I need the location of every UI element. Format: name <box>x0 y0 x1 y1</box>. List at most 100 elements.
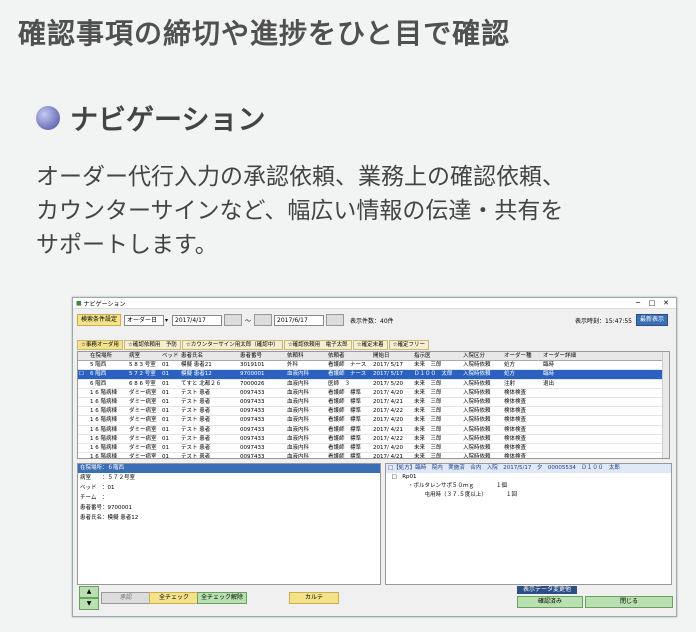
column-header[interactable]: 依頼者 <box>327 352 372 360</box>
table-cell: 血液内科 <box>287 371 310 378</box>
row-checkbox[interactable] <box>78 444 89 452</box>
column-header[interactable]: 依頼科 <box>286 352 327 360</box>
chevron-down-icon[interactable]: ▾ <box>165 317 168 324</box>
table-cell: 01 <box>162 398 169 405</box>
table-cell: 検体検査 <box>504 389 527 396</box>
table-cell: 0097433 <box>240 435 265 442</box>
row-checkbox[interactable] <box>78 416 89 424</box>
table-row[interactable]: 5 階西 5 8 3 号室 01 模擬 患者21 3019101 外科 看護師 ナース 201… <box>78 361 669 371</box>
table-cell: 未来 三郎 <box>414 408 442 415</box>
table-row[interactable]: 1 6 階病棟 ダミー病室 01 テスト 患者 0097433 血液内科 看護師 標準 201… <box>78 435 669 444</box>
row-checkbox[interactable] <box>78 407 89 415</box>
row-checkbox[interactable]: ☐ <box>78 370 89 378</box>
from-date-field[interactable]: 2017/4/17 <box>172 314 223 326</box>
table-row[interactable]: 1 6 階病棟 ダミー病室 01 テスト 患者 0097433 血液内科 看護師 標準 201… <box>78 398 669 408</box>
table-cell: Ｄ１００ 太郎 <box>414 371 453 378</box>
row-checkbox[interactable] <box>78 389 89 397</box>
display-change-label: 表示データ変更他 <box>517 586 577 594</box>
check-all-button[interactable]: 全チェック <box>149 592 199 604</box>
column-header[interactable]: 入院区分 <box>462 352 503 360</box>
tab-countersign[interactable]: ☆カウンターサイン用太郎（確認中） <box>181 340 283 350</box>
to-date-field[interactable]: 2017/6/17 <box>274 314 325 326</box>
table-cell: 2017/ 4/21 <box>373 426 403 433</box>
column-header[interactable] <box>78 352 89 360</box>
range-separator: ～ <box>245 317 252 325</box>
vertical-scrollbar[interactable] <box>662 352 669 458</box>
table-cell: 0097433 <box>240 426 265 433</box>
calendar-button[interactable] <box>326 314 345 326</box>
column-header[interactable]: 指示医 <box>413 352 462 360</box>
row-checkbox[interactable] <box>78 435 89 443</box>
scroll-down-button[interactable]: ▼ <box>79 598 99 610</box>
refresh-button[interactable]: 最新表示 <box>635 314 668 326</box>
table-cell: 1 6 階病棟 <box>90 454 117 459</box>
table-cell: 血液内科 <box>287 408 310 415</box>
column-header[interactable]: ベッド <box>161 352 180 360</box>
table-row[interactable]: 6 階西 6 8 6 号室 01 てすと 北都２６ 7000026 血液内科 医師 ３ 201… <box>78 380 669 389</box>
description-line: カウンターサインなど、幅広い情報の伝達・共有を <box>36 198 564 224</box>
patient-name: 患者氏名：模擬 患者12 <box>80 515 139 521</box>
patient-info-pane: 在院場所：６階西 病室 ：５７２号室 ベッド ：01 チーム ： 患者番号：97… <box>77 463 381 585</box>
table-cell: 臨時 <box>543 371 555 378</box>
tab-confirm-request[interactable]: ☆確認依頼用 電子太郎 <box>283 340 352 350</box>
table-cell: 入院時依頼 <box>463 371 491 378</box>
table-row[interactable]: 1 6 階病棟 ダミー病室 01 テスト 患者 0097433 血液内科 看護師 標準 201… <box>78 407 669 417</box>
table-cell: 3019101 <box>240 362 265 369</box>
row-checkbox[interactable] <box>78 426 89 434</box>
scroll-up-button[interactable]: ▲ <box>79 586 99 598</box>
approve-button[interactable]: 承認 <box>101 592 151 604</box>
search-condition-button[interactable]: 検索条件設定 <box>77 314 122 326</box>
table-row[interactable]: 1 6 階病棟 ダミー病室 01 テスト 患者 0097433 血液内科 看護師 標準 201… <box>78 444 669 454</box>
calendar-button[interactable] <box>224 314 243 326</box>
column-header[interactable]: オーダー種 <box>503 352 542 360</box>
table-cell: 2017/ 4/22 <box>373 435 403 442</box>
table-header: 在院場所 病室 ベッド 患者氏名 患者番号 依頼科 依頼者 開始日 指示医 入院区分 オーダー種 オー… <box>78 352 669 362</box>
done-button[interactable]: 確認済み <box>517 596 583 608</box>
table-cell: 5 7 2 号室 <box>129 371 156 378</box>
tab-confirmed-free[interactable]: ☆確定フリー <box>388 340 430 350</box>
table-cell: 血液内科 <box>287 435 310 442</box>
tab-office-order[interactable]: ☆事務オーダ用 <box>77 340 123 350</box>
maximize-button[interactable]: □ <box>645 299 659 307</box>
patient-location: 在院場所：６階西 <box>78 464 380 473</box>
table-row[interactable]: ☐ 6 階西 5 7 2 号室 01 模擬 患者12 9700001 血液内科 看護師 ナース… <box>78 370 669 380</box>
close-button[interactable]: 閉じる <box>585 596 673 608</box>
table-row[interactable]: 1 6 階病棟 ダミー病室 01 テスト 患者 0097433 血液内科 看護師 標準 201… <box>78 389 669 398</box>
tab-unconfirmed[interactable]: ☆確定未着 <box>352 340 388 350</box>
table-cell: 看護師 標準 <box>328 389 362 396</box>
table-row[interactable]: 1 6 階病棟 ダミー病室 01 テスト 患者 0097433 血液内科 看護師 標準 201… <box>78 426 669 435</box>
table-row[interactable]: 1 6 階病棟 ダミー病室 01 テスト 患者 0097433 血液内科 看護師 標準 201… <box>78 416 669 426</box>
table-cell: 未来 三郎 <box>414 398 442 405</box>
row-checkbox[interactable] <box>78 398 89 406</box>
table-cell: 2017/ 4/20 <box>373 444 403 451</box>
table-cell: 01 <box>162 435 169 442</box>
patient-room: 病室 ：５７２号室 <box>80 475 136 481</box>
table-cell: 01 <box>162 444 169 451</box>
column-header[interactable]: 病室 <box>128 352 161 360</box>
table-cell <box>542 407 581 415</box>
row-checkbox[interactable] <box>78 453 89 458</box>
table-cell: テスト 患者 <box>181 444 211 451</box>
date-type-select[interactable]: オーダー日 <box>124 314 165 326</box>
column-header[interactable]: 患者氏名 <box>180 352 239 360</box>
table-row[interactable]: 1 6 階病棟 ダミー病室 01 テスト 患者 0097433 血液内科 看護師 標準 201… <box>78 453 669 459</box>
table-cell: 01 <box>162 417 169 424</box>
close-window-button[interactable]: ✕ <box>659 299 673 307</box>
uncheck-all-button[interactable]: 全チェック解除 <box>197 592 247 604</box>
table-cell: 看護師 標準 <box>328 454 362 459</box>
column-header[interactable]: 在院場所 <box>89 352 128 360</box>
row-checkbox[interactable] <box>78 380 89 388</box>
tab-confirm-prevent[interactable]: ☆確認依頼用 予防 <box>123 340 181 350</box>
minimize-button[interactable]: ─ <box>631 299 645 307</box>
column-header[interactable]: オーダー詳細 <box>542 352 581 360</box>
calendar-button[interactable] <box>254 314 273 326</box>
chart-button[interactable]: カルテ <box>289 592 339 604</box>
column-header[interactable]: 患者番号 <box>239 352 286 360</box>
column-header[interactable]: 開始日 <box>372 352 413 360</box>
patient-number: 患者番号：9700001 <box>80 505 132 511</box>
table-cell: 未来 三郎 <box>414 444 442 451</box>
row-checkbox[interactable] <box>78 361 89 369</box>
table-cell: 7000026 <box>240 380 265 387</box>
table-cell <box>542 389 581 397</box>
app-icon: ■ <box>76 299 82 307</box>
